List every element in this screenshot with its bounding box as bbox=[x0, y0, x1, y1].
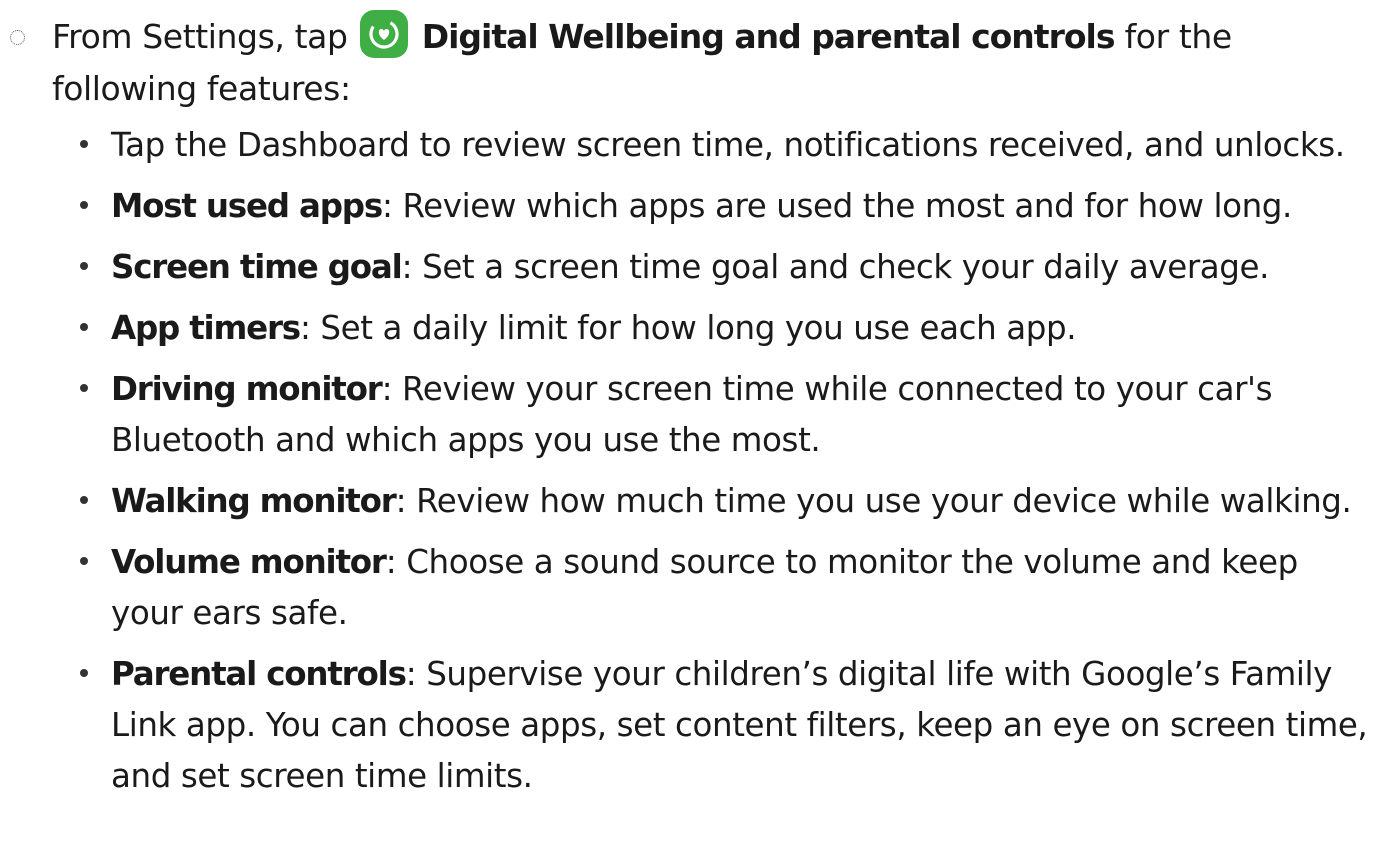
feature-term: Walking monitor bbox=[111, 482, 397, 520]
bullet-dot-icon bbox=[80, 384, 88, 392]
list-item: Volume monitor: Choose a sound source to… bbox=[78, 537, 1378, 639]
app-name: Digital Wellbeing and parental controls bbox=[421, 17, 1116, 56]
feature-description: Tap the Dashboard to review screen time,… bbox=[111, 126, 1345, 164]
feature-description: : Review how much time you use your devi… bbox=[395, 482, 1352, 520]
feature-term: App timers bbox=[111, 309, 301, 347]
features-list: Tap the Dashboard to review screen time,… bbox=[78, 120, 1378, 812]
feature-term: Driving monitor bbox=[111, 370, 383, 408]
bullet-dot-icon bbox=[80, 669, 88, 677]
document-page: From Settings, tap Digital Wellbeing and… bbox=[0, 0, 1394, 846]
bullet-dot-icon bbox=[80, 262, 88, 270]
list-item: App timers: Set a daily limit for how lo… bbox=[78, 303, 1378, 354]
dotted-circle-bullet-icon bbox=[10, 30, 25, 45]
list-item: Driving monitor: Review your screen time… bbox=[78, 364, 1378, 466]
digital-wellbeing-icon bbox=[359, 10, 408, 58]
feature-term: Most used apps bbox=[111, 187, 383, 225]
intro-text: From Settings, tap Digital Wellbeing and… bbox=[52, 10, 1362, 115]
list-item: Tap the Dashboard to review screen time,… bbox=[78, 120, 1378, 171]
bullet-dot-icon bbox=[80, 201, 88, 209]
feature-description: : Review which apps are used the most an… bbox=[381, 187, 1292, 225]
feature-term: Volume monitor bbox=[111, 543, 387, 581]
intro-paragraph: From Settings, tap Digital Wellbeing and… bbox=[10, 10, 1370, 108]
feature-term: Screen time goal bbox=[111, 248, 403, 286]
feature-description: : Set a screen time goal and check your … bbox=[401, 248, 1270, 286]
feature-term: Parental controls bbox=[111, 655, 407, 693]
list-item: Walking monitor: Review how much time yo… bbox=[78, 476, 1378, 527]
list-item: Screen time goal: Set a screen time goal… bbox=[78, 242, 1378, 293]
list-item: Parental controls: Supervise your childr… bbox=[78, 649, 1378, 802]
feature-description: : Set a daily limit for how long you use… bbox=[299, 309, 1077, 347]
bullet-dot-icon bbox=[80, 323, 88, 331]
bullet-dot-icon bbox=[80, 557, 88, 565]
bullet-dot-icon bbox=[80, 496, 88, 504]
list-item: Most used apps: Review which apps are us… bbox=[78, 181, 1378, 232]
bullet-dot-icon bbox=[80, 140, 88, 148]
intro-prefix: From Settings, tap bbox=[52, 17, 348, 56]
